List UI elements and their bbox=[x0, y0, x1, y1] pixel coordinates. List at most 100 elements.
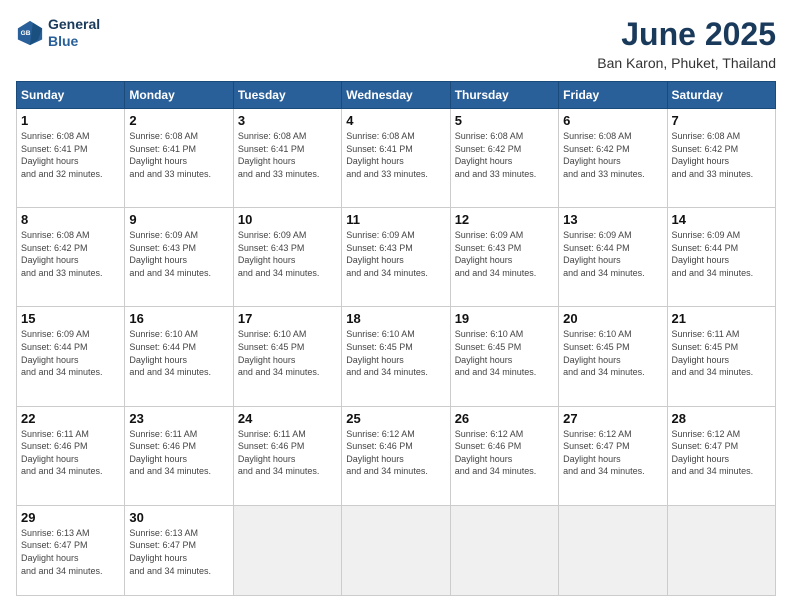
table-row: 25 Sunrise: 6:12 AM Sunset: 6:46 PM Dayl… bbox=[342, 406, 450, 505]
day-info: Sunrise: 6:08 AM Sunset: 6:41 PM Dayligh… bbox=[129, 130, 228, 180]
col-sunday: Sunday bbox=[17, 82, 125, 109]
day-number: 20 bbox=[563, 311, 662, 326]
day-number: 3 bbox=[238, 113, 337, 128]
calendar-row: 1 Sunrise: 6:08 AM Sunset: 6:41 PM Dayli… bbox=[17, 109, 776, 208]
day-number: 5 bbox=[455, 113, 554, 128]
table-row: 11 Sunrise: 6:09 AM Sunset: 6:43 PM Dayl… bbox=[342, 208, 450, 307]
day-number: 9 bbox=[129, 212, 228, 227]
table-row: 28 Sunrise: 6:12 AM Sunset: 6:47 PM Dayl… bbox=[667, 406, 775, 505]
day-info: Sunrise: 6:08 AM Sunset: 6:42 PM Dayligh… bbox=[21, 229, 120, 279]
day-number: 28 bbox=[672, 411, 771, 426]
day-info: Sunrise: 6:12 AM Sunset: 6:46 PM Dayligh… bbox=[455, 428, 554, 478]
day-number: 2 bbox=[129, 113, 228, 128]
day-info: Sunrise: 6:12 AM Sunset: 6:47 PM Dayligh… bbox=[563, 428, 662, 478]
main-title: June 2025 bbox=[597, 16, 776, 53]
day-info: Sunrise: 6:08 AM Sunset: 6:41 PM Dayligh… bbox=[238, 130, 337, 180]
day-number: 19 bbox=[455, 311, 554, 326]
day-number: 30 bbox=[129, 510, 228, 525]
col-tuesday: Tuesday bbox=[233, 82, 341, 109]
calendar-row: 15 Sunrise: 6:09 AM Sunset: 6:44 PM Dayl… bbox=[17, 307, 776, 406]
day-info: Sunrise: 6:10 AM Sunset: 6:44 PM Dayligh… bbox=[129, 328, 228, 378]
day-info: Sunrise: 6:09 AM Sunset: 6:43 PM Dayligh… bbox=[129, 229, 228, 279]
day-info: Sunrise: 6:09 AM Sunset: 6:43 PM Dayligh… bbox=[455, 229, 554, 279]
day-info: Sunrise: 6:13 AM Sunset: 6:47 PM Dayligh… bbox=[129, 527, 228, 577]
day-info: Sunrise: 6:09 AM Sunset: 6:43 PM Dayligh… bbox=[346, 229, 445, 279]
page: GB General Blue June 2025 Ban Karon, Phu… bbox=[0, 0, 792, 612]
table-row: 14 Sunrise: 6:09 AM Sunset: 6:44 PM Dayl… bbox=[667, 208, 775, 307]
day-info: Sunrise: 6:10 AM Sunset: 6:45 PM Dayligh… bbox=[455, 328, 554, 378]
day-number: 14 bbox=[672, 212, 771, 227]
calendar-row: 8 Sunrise: 6:08 AM Sunset: 6:42 PM Dayli… bbox=[17, 208, 776, 307]
table-row: 24 Sunrise: 6:11 AM Sunset: 6:46 PM Dayl… bbox=[233, 406, 341, 505]
table-row: 22 Sunrise: 6:11 AM Sunset: 6:46 PM Dayl… bbox=[17, 406, 125, 505]
table-row: 30 Sunrise: 6:13 AM Sunset: 6:47 PM Dayl… bbox=[125, 505, 233, 595]
table-row: 3 Sunrise: 6:08 AM Sunset: 6:41 PM Dayli… bbox=[233, 109, 341, 208]
table-row: 9 Sunrise: 6:09 AM Sunset: 6:43 PM Dayli… bbox=[125, 208, 233, 307]
day-info: Sunrise: 6:08 AM Sunset: 6:41 PM Dayligh… bbox=[21, 130, 120, 180]
logo-text: General Blue bbox=[48, 16, 100, 50]
header: GB General Blue June 2025 Ban Karon, Phu… bbox=[16, 16, 776, 71]
table-row: 27 Sunrise: 6:12 AM Sunset: 6:47 PM Dayl… bbox=[559, 406, 667, 505]
day-info: Sunrise: 6:09 AM Sunset: 6:44 PM Dayligh… bbox=[21, 328, 120, 378]
day-info: Sunrise: 6:11 AM Sunset: 6:46 PM Dayligh… bbox=[238, 428, 337, 478]
table-row bbox=[667, 505, 775, 595]
table-row: 10 Sunrise: 6:09 AM Sunset: 6:43 PM Dayl… bbox=[233, 208, 341, 307]
day-number: 1 bbox=[21, 113, 120, 128]
day-info: Sunrise: 6:09 AM Sunset: 6:44 PM Dayligh… bbox=[563, 229, 662, 279]
day-info: Sunrise: 6:08 AM Sunset: 6:41 PM Dayligh… bbox=[346, 130, 445, 180]
table-row: 4 Sunrise: 6:08 AM Sunset: 6:41 PM Dayli… bbox=[342, 109, 450, 208]
table-row bbox=[450, 505, 558, 595]
col-saturday: Saturday bbox=[667, 82, 775, 109]
table-row: 20 Sunrise: 6:10 AM Sunset: 6:45 PM Dayl… bbox=[559, 307, 667, 406]
table-row bbox=[233, 505, 341, 595]
col-monday: Monday bbox=[125, 82, 233, 109]
day-number: 29 bbox=[21, 510, 120, 525]
day-number: 16 bbox=[129, 311, 228, 326]
day-number: 26 bbox=[455, 411, 554, 426]
day-info: Sunrise: 6:11 AM Sunset: 6:46 PM Dayligh… bbox=[21, 428, 120, 478]
table-row bbox=[559, 505, 667, 595]
table-row: 26 Sunrise: 6:12 AM Sunset: 6:46 PM Dayl… bbox=[450, 406, 558, 505]
day-info: Sunrise: 6:10 AM Sunset: 6:45 PM Dayligh… bbox=[346, 328, 445, 378]
table-row bbox=[342, 505, 450, 595]
day-info: Sunrise: 6:08 AM Sunset: 6:42 PM Dayligh… bbox=[672, 130, 771, 180]
svg-text:GB: GB bbox=[21, 30, 31, 37]
day-info: Sunrise: 6:10 AM Sunset: 6:45 PM Dayligh… bbox=[238, 328, 337, 378]
col-friday: Friday bbox=[559, 82, 667, 109]
day-number: 27 bbox=[563, 411, 662, 426]
table-row: 1 Sunrise: 6:08 AM Sunset: 6:41 PM Dayli… bbox=[17, 109, 125, 208]
table-row: 16 Sunrise: 6:10 AM Sunset: 6:44 PM Dayl… bbox=[125, 307, 233, 406]
table-row: 12 Sunrise: 6:09 AM Sunset: 6:43 PM Dayl… bbox=[450, 208, 558, 307]
day-number: 25 bbox=[346, 411, 445, 426]
day-number: 4 bbox=[346, 113, 445, 128]
day-info: Sunrise: 6:12 AM Sunset: 6:47 PM Dayligh… bbox=[672, 428, 771, 478]
table-row: 7 Sunrise: 6:08 AM Sunset: 6:42 PM Dayli… bbox=[667, 109, 775, 208]
day-number: 12 bbox=[455, 212, 554, 227]
day-number: 17 bbox=[238, 311, 337, 326]
table-row: 23 Sunrise: 6:11 AM Sunset: 6:46 PM Dayl… bbox=[125, 406, 233, 505]
day-number: 24 bbox=[238, 411, 337, 426]
day-number: 13 bbox=[563, 212, 662, 227]
table-row: 21 Sunrise: 6:11 AM Sunset: 6:45 PM Dayl… bbox=[667, 307, 775, 406]
calendar-row: 29 Sunrise: 6:13 AM Sunset: 6:47 PM Dayl… bbox=[17, 505, 776, 595]
day-info: Sunrise: 6:09 AM Sunset: 6:43 PM Dayligh… bbox=[238, 229, 337, 279]
table-row: 2 Sunrise: 6:08 AM Sunset: 6:41 PM Dayli… bbox=[125, 109, 233, 208]
day-number: 18 bbox=[346, 311, 445, 326]
table-row: 8 Sunrise: 6:08 AM Sunset: 6:42 PM Dayli… bbox=[17, 208, 125, 307]
day-info: Sunrise: 6:08 AM Sunset: 6:42 PM Dayligh… bbox=[563, 130, 662, 180]
day-number: 6 bbox=[563, 113, 662, 128]
day-number: 15 bbox=[21, 311, 120, 326]
calendar-row: 22 Sunrise: 6:11 AM Sunset: 6:46 PM Dayl… bbox=[17, 406, 776, 505]
col-wednesday: Wednesday bbox=[342, 82, 450, 109]
logo-icon: GB bbox=[16, 19, 44, 47]
day-info: Sunrise: 6:11 AM Sunset: 6:45 PM Dayligh… bbox=[672, 328, 771, 378]
day-info: Sunrise: 6:13 AM Sunset: 6:47 PM Dayligh… bbox=[21, 527, 120, 577]
calendar-table: Sunday Monday Tuesday Wednesday Thursday… bbox=[16, 81, 776, 596]
table-row: 17 Sunrise: 6:10 AM Sunset: 6:45 PM Dayl… bbox=[233, 307, 341, 406]
table-row: 29 Sunrise: 6:13 AM Sunset: 6:47 PM Dayl… bbox=[17, 505, 125, 595]
day-number: 10 bbox=[238, 212, 337, 227]
day-info: Sunrise: 6:10 AM Sunset: 6:45 PM Dayligh… bbox=[563, 328, 662, 378]
table-row: 6 Sunrise: 6:08 AM Sunset: 6:42 PM Dayli… bbox=[559, 109, 667, 208]
day-info: Sunrise: 6:09 AM Sunset: 6:44 PM Dayligh… bbox=[672, 229, 771, 279]
calendar-header-row: Sunday Monday Tuesday Wednesday Thursday… bbox=[17, 82, 776, 109]
